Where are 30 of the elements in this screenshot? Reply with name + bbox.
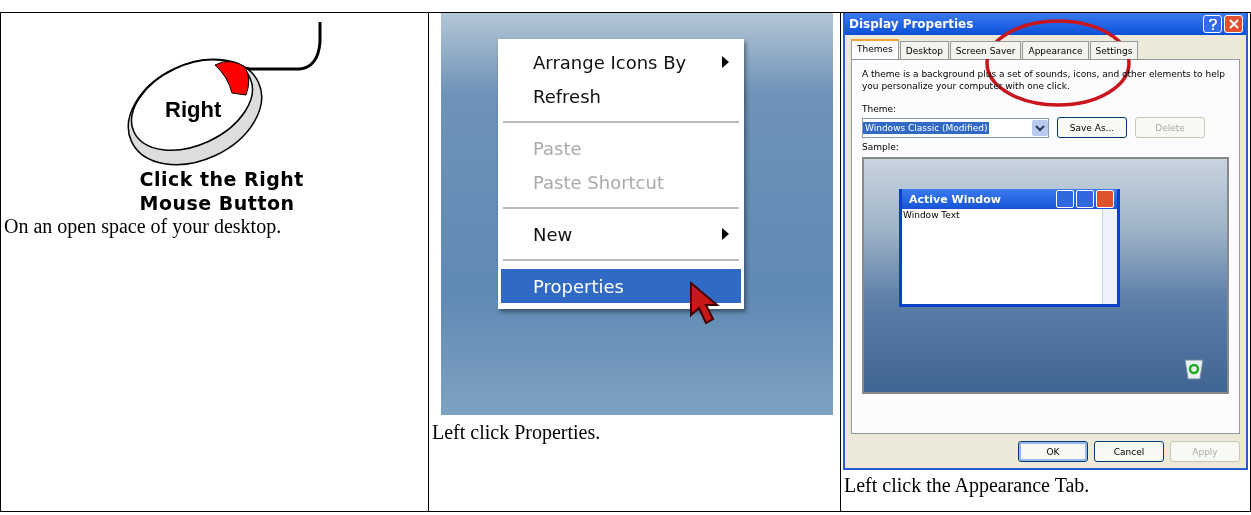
window-title: Display Properties — [849, 17, 975, 31]
dropdown-caret-icon — [1032, 119, 1048, 136]
tab[interactable]: Themes — [851, 39, 899, 59]
theme-dropdown[interactable]: Windows Classic (Modified) — [862, 117, 1049, 138]
caption-text: Left click the Appearance Tab. — [844, 474, 1091, 497]
theme-label: Theme: — [862, 104, 898, 114]
close-icon — [1228, 19, 1239, 29]
tab[interactable]: Appearance — [1022, 41, 1089, 59]
sample-window-title: Active Window — [909, 192, 1002, 206]
caption-text: Left click Properties. — [432, 421, 602, 444]
tab[interactable]: Desktop — [899, 41, 949, 59]
tab[interactable]: Screen Saver — [949, 41, 1022, 59]
dialog-button[interactable]: Save As... — [1057, 117, 1127, 138]
caption-text: On an open space of your desktop. — [4, 215, 283, 238]
sample-label: Sample: — [862, 142, 900, 152]
dialog-button[interactable]: OK — [1018, 441, 1088, 462]
menu-item[interactable]: New — [501, 217, 741, 251]
question-mark-icon — [1208, 18, 1217, 30]
menu-item[interactable]: Properties — [501, 269, 741, 303]
help-button[interactable] — [1203, 15, 1222, 33]
instruction-text: Mouse Button — [139, 191, 296, 215]
recycle-bin-icon — [1183, 356, 1205, 380]
instruction-text: Click the Right — [139, 167, 305, 191]
menu-item[interactable]: Arrange Icons By — [501, 45, 741, 79]
dialog-button[interactable]: Cancel — [1094, 441, 1164, 462]
tab[interactable]: Settings — [1089, 41, 1139, 59]
menu-item[interactable]: Refresh — [501, 79, 741, 113]
close-button[interactable] — [1224, 15, 1243, 33]
window-text: Window Text — [902, 209, 961, 222]
mouse-button-label: Right — [164, 97, 221, 122]
